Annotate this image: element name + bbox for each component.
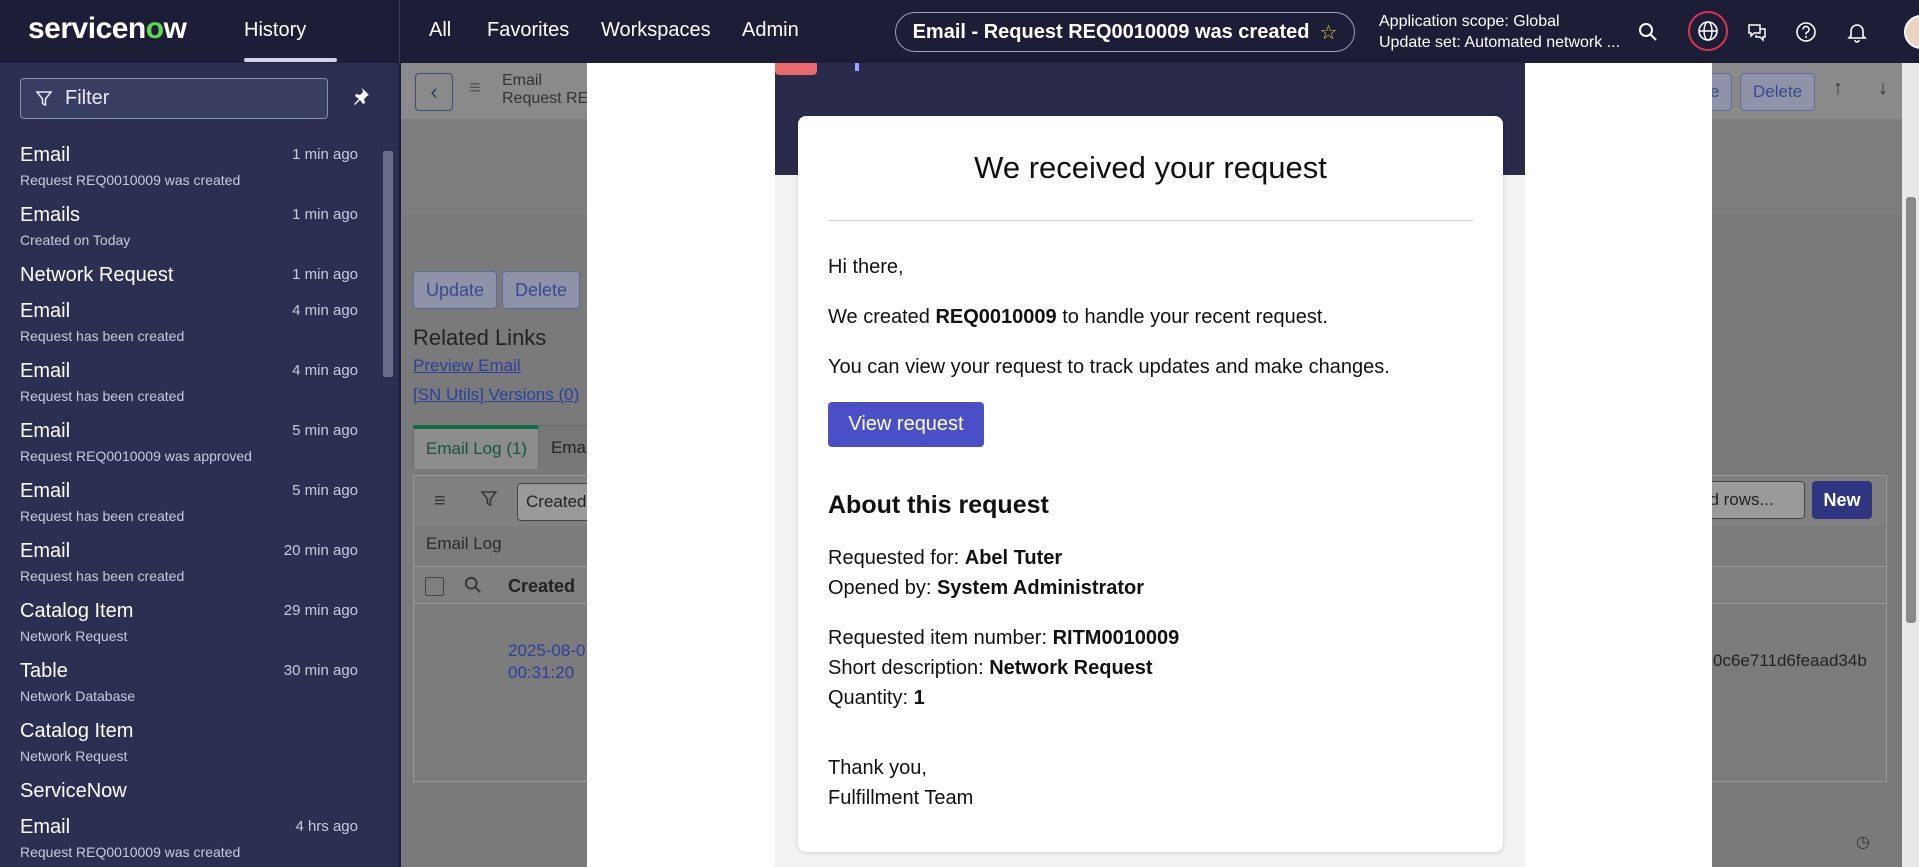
history-item[interactable]: Table 30 min ago Network Database — [0, 654, 380, 714]
list-filter-field[interactable]: Created — [517, 483, 597, 521]
bell-icon[interactable] — [1843, 18, 1871, 46]
history-sidebar: Filter Email 1 min ago Request REQ001000… — [0, 63, 399, 867]
column-created[interactable]: Created — [508, 576, 575, 597]
list-label: Email Log — [426, 534, 502, 553]
tab-email-log[interactable]: Email Log (1) — [413, 425, 541, 469]
history-item[interactable]: Email 20 min ago Request has been create… — [0, 534, 380, 594]
list-filter-icon[interactable] — [480, 490, 498, 508]
star-icon[interactable]: ☆ — [1319, 20, 1337, 45]
quantity: Quantity: 1 — [828, 687, 925, 709]
sn-utils-versions-link[interactable]: [SN Utils] Versions (0) — [413, 385, 579, 405]
menu-icon[interactable]: ≡ — [469, 77, 481, 100]
email-line-view: You can view your request to track updat… — [828, 356, 1390, 378]
history-item[interactable]: Email 1 min ago Request REQ0010009 was c… — [0, 138, 380, 198]
history-item[interactable]: Network Request 1 min ago — [0, 258, 380, 294]
new-button[interactable]: New — [1812, 481, 1872, 519]
nav-workspaces[interactable]: Workspaces — [601, 19, 711, 42]
select-all-checkbox[interactable] — [425, 577, 444, 596]
nav-favorites[interactable]: Favorites — [487, 19, 569, 42]
short-description: Short description: Network Request — [828, 657, 1153, 679]
history-item[interactable]: Catalog Item 29 min ago Network Request — [0, 594, 380, 654]
timer-icon[interactable]: ◷ — [1856, 832, 1870, 852]
arrow-down-icon[interactable]: ↓ — [1878, 77, 1888, 100]
history-item[interactable]: ServiceNow — [0, 774, 380, 810]
history-tab[interactable]: History — [244, 19, 306, 42]
history-item[interactable]: Emails 1 min ago Created on Today — [0, 198, 380, 258]
filter-icon — [35, 90, 53, 106]
about-request-heading: About this request — [828, 491, 1049, 519]
servicenow-logo[interactable]: servicenow — [28, 12, 187, 46]
help-icon[interactable] — [1792, 18, 1820, 46]
email-title: We received your request — [974, 150, 1327, 185]
header-divider — [399, 0, 400, 63]
history-item[interactable]: Email 5 min ago Request has been created — [0, 474, 380, 534]
history-tab-indicator — [244, 58, 337, 62]
top-header: servicenow History All Favorites Workspa… — [0, 0, 1919, 63]
chat-icon[interactable] — [1743, 18, 1771, 46]
created-date-cell[interactable]: 2025-08-0 00:31:20 — [508, 640, 586, 684]
search-icon[interactable] — [1634, 18, 1662, 46]
history-item[interactable]: Email 4 min ago Request has been created — [0, 294, 380, 354]
context-pill-label: Email - Request REQ0010009 was created — [912, 20, 1310, 43]
requested-for: Requested for: Abel Tuter — [828, 547, 1063, 569]
delete-button[interactable]: Delete — [502, 271, 581, 309]
history-item[interactable]: Email 4 min ago Request has been created — [0, 354, 380, 414]
related-links-title: Related Links — [413, 325, 547, 350]
preview-email-link[interactable]: Preview Email — [413, 356, 521, 376]
history-list: Email 1 min ago Request REQ0010009 was c… — [0, 138, 380, 867]
brand-mark — [855, 63, 859, 71]
email-line-created: We created REQ0010009 to handle your rec… — [828, 306, 1328, 328]
scope-info[interactable]: Application scope: Global Update set: Au… — [1379, 11, 1620, 53]
email-thanks: Thank you, — [828, 757, 927, 779]
column-search-icon[interactable] — [464, 576, 482, 594]
nav-all[interactable]: All — [429, 19, 451, 42]
list-menu-icon[interactable]: ≡ — [434, 490, 446, 513]
back-button[interactable]: ‹ — [415, 73, 453, 111]
view-request-button[interactable]: View request — [828, 402, 984, 447]
filter-placeholder: Filter — [65, 87, 110, 109]
update-button[interactable]: Update — [413, 271, 498, 309]
sidebar-scroll-thumb[interactable] — [383, 151, 393, 377]
avatar[interactable] — [1904, 15, 1919, 49]
history-item[interactable]: Catalog Item Network Request — [0, 714, 380, 774]
arrow-up-icon[interactable]: ↑ — [1833, 77, 1843, 100]
brand-accent — [775, 63, 817, 75]
email-greeting: Hi there, — [828, 256, 904, 278]
application-scope: Application scope: Global — [1379, 13, 1560, 30]
context-pill[interactable]: Email - Request REQ0010009 was created ☆ — [895, 12, 1355, 52]
update-set: Update set: Automated network ... — [1379, 34, 1621, 51]
main-scroll-thumb[interactable] — [1906, 197, 1916, 623]
email-divider — [828, 220, 1473, 221]
filter-input[interactable]: Filter — [20, 78, 328, 119]
nav-admin[interactable]: Admin — [742, 19, 799, 42]
sys-id-cell: 0c6e711d6feaad34b — [1713, 651, 1867, 670]
opened-by: Opened by: System Administrator — [828, 577, 1145, 599]
record-title: Email Request RE — [502, 72, 589, 107]
history-item[interactable]: Email 5 min ago Request REQ0010009 was a… — [0, 414, 380, 474]
history-item[interactable]: Email 4 hrs ago Request REQ0010009 was c… — [0, 810, 380, 867]
pin-icon[interactable] — [352, 87, 370, 105]
email-card: We received your request Hi there, We cr… — [798, 116, 1503, 852]
email-signature: Fulfillment Team — [828, 787, 974, 809]
main-scrollbar[interactable] — [1902, 63, 1919, 867]
globe-icon[interactable] — [1688, 11, 1728, 51]
requested-item-number: Requested item number: RITM0010009 — [828, 627, 1180, 649]
delete-header-button[interactable]: Delete — [1740, 73, 1816, 111]
